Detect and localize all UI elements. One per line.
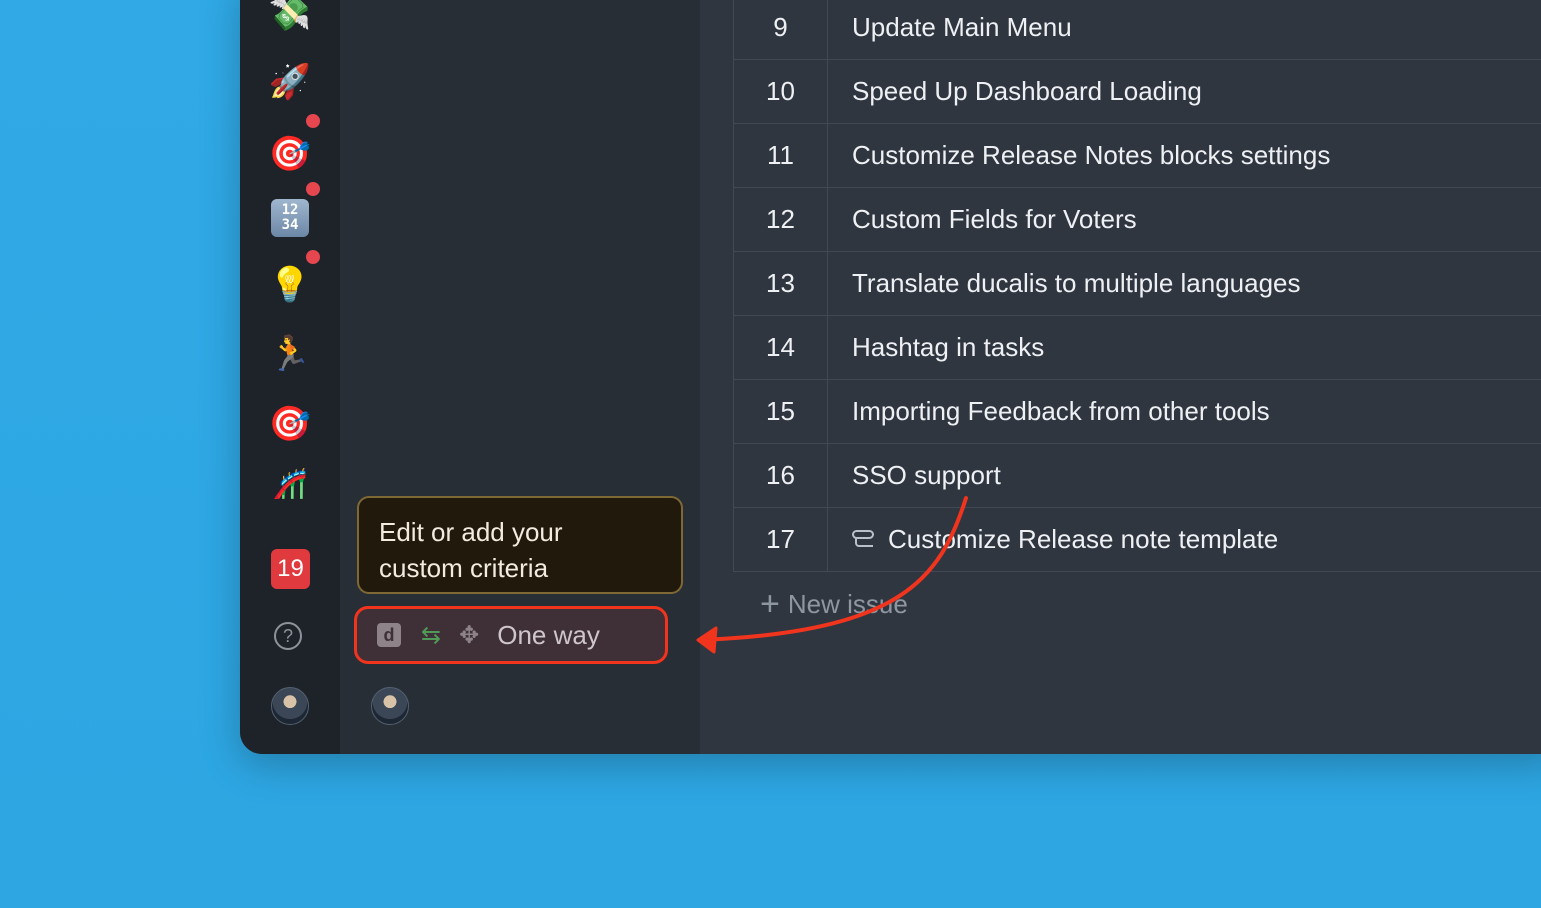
tooltip-line-2: custom criteria xyxy=(379,553,549,583)
issue-title[interactable]: SSO support xyxy=(828,460,1001,491)
ducalis-logo-icon: d xyxy=(377,623,401,647)
rocket-icon[interactable]: 🚀 xyxy=(268,60,312,104)
issue-title[interactable]: Hashtag in tasks xyxy=(828,332,1044,363)
icon-rail: 💸 🚀 🎯 12 34 💡 🏃 🎯 🎢 19 ? xyxy=(240,0,340,754)
issue-number: 12 xyxy=(734,188,828,251)
issue-title[interactable]: Customize Release Notes blocks settings xyxy=(828,140,1330,171)
count-badge[interactable]: 19 xyxy=(271,549,310,589)
issue-title[interactable]: Update Main Menu xyxy=(828,12,1072,43)
plus-icon: + xyxy=(760,585,780,623)
tooltip-line-1: Edit or add your xyxy=(379,517,563,547)
issue-title[interactable]: Importing Feedback from other tools xyxy=(828,396,1270,427)
table-row[interactable]: 15 Importing Feedback from other tools xyxy=(734,380,1541,444)
side-panel: Edit or add your custom criteria d ⇆ ✥ O… xyxy=(340,0,700,754)
app-window: 💸 🚀 🎯 12 34 💡 🏃 🎯 🎢 19 ? Edit or add your… xyxy=(240,0,1541,754)
light-bulb-icon[interactable]: 💡 xyxy=(268,263,312,307)
table-row[interactable]: 13 Translate ducalis to multiple languag… xyxy=(734,252,1541,316)
table-row[interactable]: 14 Hashtag in tasks xyxy=(734,316,1541,380)
criteria-tooltip: Edit or add your custom criteria xyxy=(357,496,683,594)
issue-title[interactable]: Translate ducalis to multiple languages xyxy=(828,268,1301,299)
issue-number: 10 xyxy=(734,60,828,123)
issue-title[interactable]: Speed Up Dashboard Loading xyxy=(828,76,1202,107)
sync-arrows-icon: ⇆ xyxy=(421,621,442,649)
help-icon[interactable]: ? xyxy=(274,622,302,650)
issue-number: 13 xyxy=(734,252,828,315)
table-row[interactable]: 12 Custom Fields for Voters xyxy=(734,188,1541,252)
issue-number: 16 xyxy=(734,444,828,507)
notification-dot xyxy=(304,248,322,266)
issues-table-area: 9 Update Main Menu 10 Speed Up Dashboard… xyxy=(700,0,1541,754)
table-row[interactable]: 9 Update Main Menu xyxy=(734,0,1541,60)
direct-hit-icon[interactable]: 🎯 xyxy=(268,402,312,446)
notification-dot xyxy=(304,112,322,130)
table-row[interactable]: 17 Customize Release note template xyxy=(734,508,1541,572)
notification-dot xyxy=(304,180,322,198)
issues-table: 9 Update Main Menu 10 Speed Up Dashboard… xyxy=(733,0,1541,572)
issue-number: 9 xyxy=(734,0,828,59)
jira-icon: ✥ xyxy=(459,621,480,649)
avatar[interactable] xyxy=(271,687,309,725)
new-issue-button[interactable]: + New issue xyxy=(760,587,908,621)
sync-mode-label: One way xyxy=(497,619,600,650)
table-row[interactable]: 16 SSO support xyxy=(734,444,1541,508)
issue-title[interactable]: Custom Fields for Voters xyxy=(828,204,1137,235)
direct-hit-icon[interactable]: 🎯 xyxy=(268,132,312,176)
runner-icon[interactable]: 🏃 xyxy=(268,332,312,376)
roller-coaster-icon[interactable]: 🎢 xyxy=(268,462,312,506)
sync-status-button[interactable]: d ⇆ ✥ One way xyxy=(354,606,668,664)
table-row[interactable]: 10 Speed Up Dashboard Loading xyxy=(734,60,1541,124)
issue-number: 15 xyxy=(734,380,828,443)
issue-title-cell[interactable]: Customize Release note template xyxy=(828,524,1278,555)
avatar[interactable] xyxy=(371,687,409,725)
new-issue-label: New issue xyxy=(787,588,908,619)
template-icon xyxy=(852,529,874,547)
numbers-icon[interactable]: 12 34 xyxy=(268,196,312,240)
issue-title: Customize Release note template xyxy=(888,524,1279,554)
issue-number: 11 xyxy=(734,124,828,187)
issue-number: 14 xyxy=(734,316,828,379)
table-row[interactable]: 11 Customize Release Notes blocks settin… xyxy=(734,124,1541,188)
money-with-wings-icon[interactable]: 💸 xyxy=(268,0,312,36)
issue-number: 17 xyxy=(734,508,828,571)
